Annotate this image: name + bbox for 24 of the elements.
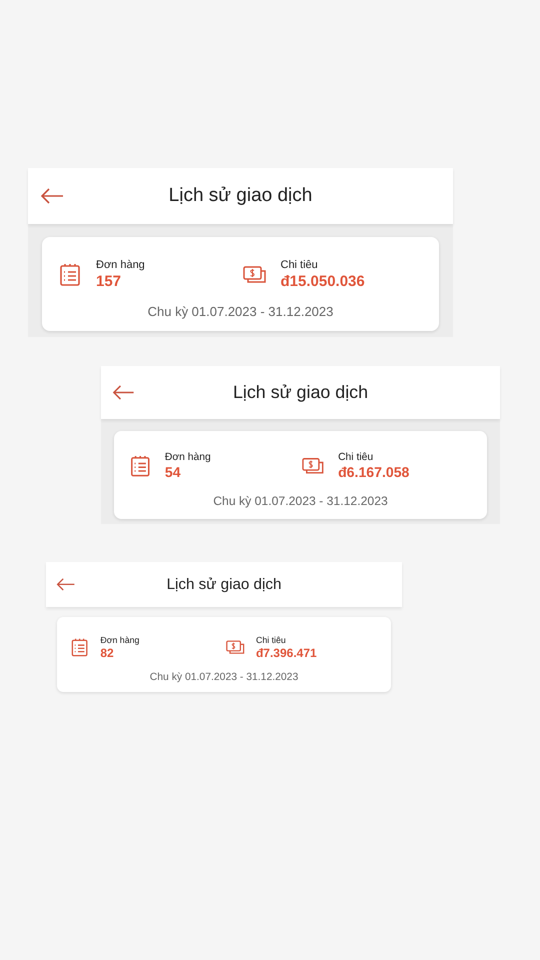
order-list-icon bbox=[129, 454, 152, 478]
spending-amount: đ7.396.471 bbox=[256, 646, 317, 660]
spending-label: Chi tiêu bbox=[256, 634, 286, 645]
spending-label: Chi tiêu bbox=[338, 452, 374, 463]
order-list-icon bbox=[70, 638, 90, 658]
orders-count: 157 bbox=[96, 273, 122, 290]
screen-title: Lịch sử giao dịch bbox=[166, 576, 282, 593]
screen-title: Lịch sử giao dịch bbox=[168, 185, 312, 207]
spending-label: Chi tiêu bbox=[280, 259, 318, 271]
orders-label: Đơn hàng bbox=[96, 259, 145, 271]
period-text: Chu kỳ 01.07.2023 - 31.12.2023 bbox=[212, 494, 389, 508]
order-list-icon bbox=[58, 262, 82, 286]
back-arrow-icon[interactable] bbox=[56, 578, 75, 591]
spending-amount: đ15.050.036 bbox=[280, 273, 365, 290]
orders-count: 54 bbox=[164, 464, 181, 480]
back-arrow-icon[interactable] bbox=[112, 384, 135, 400]
period-text: Chu kỳ 01.07.2023 - 31.12.2023 bbox=[146, 304, 334, 319]
orders-label: Đơn hàng bbox=[164, 452, 211, 463]
period-text: Chu kỳ 01.07.2023 - 31.12.2023 bbox=[148, 672, 300, 683]
orders-count: 82 bbox=[100, 646, 114, 660]
orders-label: Đơn hàng bbox=[100, 634, 140, 645]
back-arrow-icon[interactable] bbox=[40, 188, 64, 204]
spending-amount: đ6.167.058 bbox=[338, 464, 410, 480]
screen-title: Lịch sử giao dịch bbox=[232, 382, 368, 403]
